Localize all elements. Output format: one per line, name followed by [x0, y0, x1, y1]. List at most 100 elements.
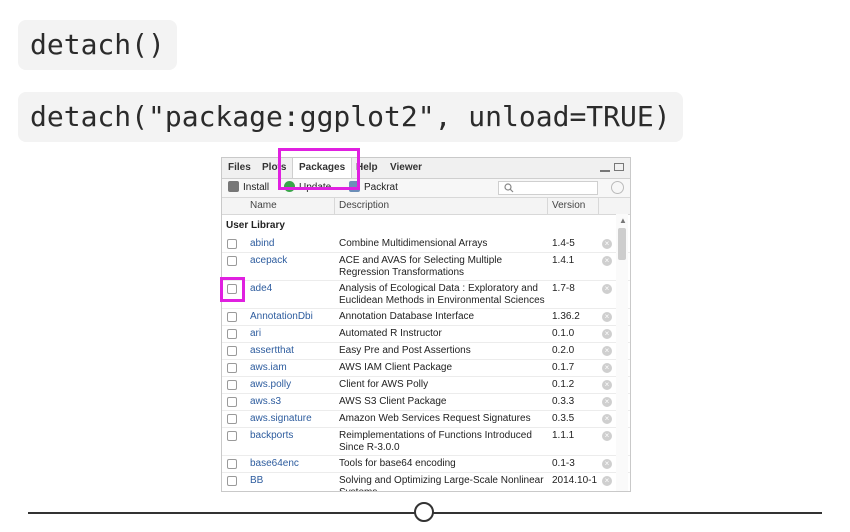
package-description: Solving and Optimizing Large-Scale Nonli… — [339, 475, 544, 491]
maximize-icon[interactable] — [614, 163, 624, 171]
package-version: 2014.10-1 — [552, 475, 598, 486]
tab-files[interactable]: Files — [228, 158, 251, 178]
package-description: Tools for base64 encoding — [339, 458, 456, 469]
package-version: 0.1-3 — [552, 458, 575, 469]
user-library-heading: User Library — [226, 220, 285, 231]
package-name-link[interactable]: base64enc — [250, 458, 299, 469]
remove-package-icon[interactable]: × — [602, 256, 612, 266]
remove-package-icon[interactable]: × — [602, 459, 612, 469]
package-name-link[interactable]: AnnotationDbi — [250, 311, 313, 322]
package-row[interactable]: backports Reimplementations of Functions … — [222, 428, 630, 456]
remove-package-icon[interactable]: × — [602, 312, 612, 322]
package-name-link[interactable]: aws.polly — [250, 379, 291, 390]
package-name-link[interactable]: backports — [250, 430, 293, 441]
package-description: Amazon Web Services Request Signatures — [339, 413, 531, 424]
package-version: 0.2.0 — [552, 345, 575, 356]
package-description: Automated R Instructor — [339, 328, 442, 339]
package-row[interactable]: aws.polly Client for AWS Polly 0.1.2 × — [222, 377, 630, 394]
package-checkbox[interactable] — [227, 414, 237, 424]
package-version: 0.3.3 — [552, 396, 575, 407]
package-row[interactable]: ade4 Analysis of Ecological Data : Explor… — [222, 281, 630, 309]
package-name-link[interactable]: acepack — [250, 255, 287, 266]
package-row[interactable]: aws.iam AWS IAM Client Package 0.1.7 × — [222, 360, 630, 377]
package-description: ACE and AVAS for Selecting Multiple Regr… — [339, 255, 503, 278]
column-name[interactable]: Name — [250, 198, 277, 214]
scroll-up-icon[interactable]: ▲ — [619, 216, 627, 225]
package-checkbox[interactable] — [227, 431, 237, 441]
checkbox-highlight — [220, 277, 245, 302]
package-checkbox[interactable] — [227, 312, 237, 322]
refresh-icon[interactable] — [611, 181, 624, 194]
package-description: Client for AWS Polly — [339, 379, 429, 390]
column-version[interactable]: Version — [552, 198, 585, 214]
remove-package-icon[interactable]: × — [602, 329, 612, 339]
package-description: Annotation Database Interface — [339, 311, 475, 322]
package-checkbox[interactable] — [227, 476, 237, 486]
package-row[interactable]: base64enc Tools for base64 encoding 0.1-3 × — [222, 456, 630, 473]
package-name-link[interactable]: ade4 — [250, 283, 272, 294]
code-detach: detach() — [18, 20, 177, 70]
scrollbar[interactable]: ▲ — [616, 214, 628, 491]
package-name-link[interactable]: ari — [250, 328, 261, 339]
remove-package-icon[interactable]: × — [602, 346, 612, 356]
remove-package-icon[interactable]: × — [602, 239, 612, 249]
package-checkbox[interactable] — [227, 239, 237, 249]
package-version: 0.1.0 — [552, 328, 575, 339]
table-header: Name Description Version — [222, 198, 630, 215]
package-version: 1.4-5 — [552, 238, 575, 249]
package-checkbox[interactable] — [227, 459, 237, 469]
package-version: 1.7-8 — [552, 283, 575, 294]
package-description: AWS IAM Client Package — [339, 362, 453, 373]
install-icon — [228, 181, 239, 192]
package-checkbox[interactable] — [227, 380, 237, 390]
remove-package-icon[interactable]: × — [602, 414, 612, 424]
package-description: AWS S3 Client Package — [339, 396, 447, 407]
slider-knob[interactable] — [414, 502, 434, 522]
package-row[interactable]: AnnotationDbi Annotation Database Interfa… — [222, 309, 630, 326]
package-description: Combine Multidimensional Arrays — [339, 238, 488, 249]
package-list: User Library abind Combine Multidimension… — [222, 214, 630, 491]
package-checkbox[interactable] — [227, 397, 237, 407]
column-description[interactable]: Description — [339, 198, 389, 214]
package-row[interactable]: assertthat Easy Pre and Post Assertions 0.… — [222, 343, 630, 360]
package-name-link[interactable]: abind — [250, 238, 274, 249]
package-row[interactable]: abind Combine Multidimensional Arrays 1.4-… — [222, 236, 630, 253]
package-name-link[interactable]: assertthat — [250, 345, 294, 356]
package-version: 1.4.1 — [552, 255, 575, 266]
remove-package-icon[interactable]: × — [602, 397, 612, 407]
package-name-link[interactable]: BB — [250, 475, 263, 486]
package-checkbox[interactable] — [227, 329, 237, 339]
package-checkbox[interactable] — [227, 256, 237, 266]
package-name-link[interactable]: aws.iam — [250, 362, 287, 373]
package-name-link[interactable]: aws.signature — [250, 413, 312, 424]
scroll-thumb[interactable] — [618, 228, 626, 260]
package-checkbox[interactable] — [227, 346, 237, 356]
minimize-icon[interactable] — [600, 170, 610, 172]
package-row[interactable]: aws.s3 AWS S3 Client Package 0.3.3 × — [222, 394, 630, 411]
package-version: 0.3.5 — [552, 413, 575, 424]
package-description: Reimplementations of Functions Introduce… — [339, 430, 532, 453]
remove-package-icon[interactable]: × — [602, 363, 612, 373]
package-row[interactable]: acepack ACE and AVAS for Selecting Multip… — [222, 253, 630, 281]
package-row[interactable]: BB Solving and Optimizing Large-Scale Non… — [222, 473, 630, 491]
remove-package-icon[interactable]: × — [602, 284, 612, 294]
tab-viewer[interactable]: Viewer — [390, 158, 422, 178]
package-version: 1.36.2 — [552, 311, 580, 322]
remove-package-icon[interactable]: × — [602, 380, 612, 390]
search-icon — [504, 183, 514, 193]
search-input[interactable] — [498, 181, 598, 195]
package-version: 0.1.2 — [552, 379, 575, 390]
package-row[interactable]: aws.signature Amazon Web Services Request… — [222, 411, 630, 428]
install-button[interactable]: Install — [228, 179, 269, 197]
code-detach-ggplot2: detach("package:ggplot2", unload=TRUE) — [18, 92, 683, 142]
package-version: 0.1.7 — [552, 362, 575, 373]
package-name-link[interactable]: aws.s3 — [250, 396, 281, 407]
packages-pane: Files Plots Packages Help Viewer Install… — [221, 157, 631, 492]
package-row[interactable]: ari Automated R Instructor 0.1.0 × — [222, 326, 630, 343]
remove-package-icon[interactable]: × — [602, 476, 612, 486]
package-version: 1.1.1 — [552, 430, 575, 441]
package-checkbox[interactable] — [227, 363, 237, 373]
packages-tab-highlight — [278, 148, 360, 190]
remove-package-icon[interactable]: × — [602, 431, 612, 441]
package-description: Easy Pre and Post Assertions — [339, 345, 471, 356]
